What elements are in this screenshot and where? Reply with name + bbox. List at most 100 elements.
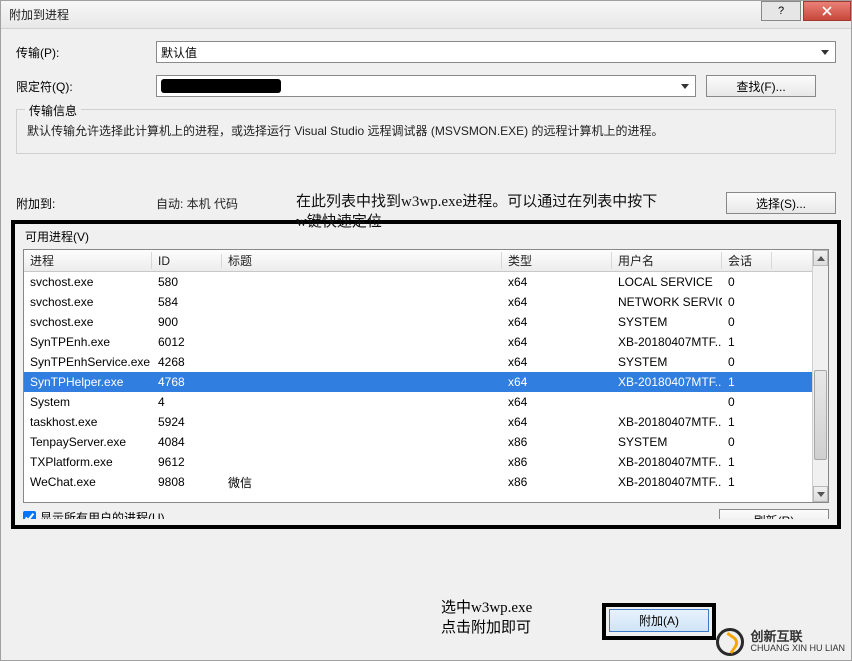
cell-process: WeChat.exe xyxy=(24,475,152,489)
find-button[interactable]: 查找(F)... xyxy=(706,75,816,97)
table-row[interactable]: svchost.exe900x64SYSTEM0 xyxy=(24,312,828,332)
cell-user: SYSTEM xyxy=(612,355,722,369)
transport-info-legend: 传输信息 xyxy=(25,102,81,119)
annotation-line: 点击附加即可 xyxy=(441,619,532,639)
cell-process: taskhost.exe xyxy=(24,415,152,429)
cell-user: LOCAL SERVICE xyxy=(612,275,722,289)
cell-id: 4768 xyxy=(152,375,222,389)
show-all-users-checkbox[interactable]: 显示所有用户的进程(U) xyxy=(23,509,165,519)
cell-process: SynTPEnhService.exe xyxy=(24,355,152,369)
close-button[interactable] xyxy=(803,1,851,21)
cell-session: 0 xyxy=(722,315,772,329)
table-row[interactable]: SynTPHelper.exe4768x64XB-20180407MTF...1 xyxy=(24,372,828,392)
cell-id: 580 xyxy=(152,275,222,289)
cell-user: XB-20180407MTF... xyxy=(612,335,722,349)
scroll-down-button[interactable] xyxy=(813,486,828,502)
transport-row: 传输(P): 默认值 xyxy=(16,41,836,63)
attach-button[interactable]: 附加(A) xyxy=(609,609,709,632)
cell-type: x64 xyxy=(502,275,612,289)
transport-info-text: 默认传输允许选择此计算机上的进程，或选择运行 Visual Studio 远程调… xyxy=(27,122,825,139)
table-header: 进程 ID 标题 类型 用户名 会话 xyxy=(24,250,828,272)
table-row[interactable]: svchost.exe580 x64LOCAL SERVICE0 xyxy=(24,272,828,292)
cell-type: x86 xyxy=(502,455,612,469)
annotation-attach: 选中w3wp.exe 点击附加即可 xyxy=(441,599,532,638)
col-type[interactable]: 类型 xyxy=(502,252,612,269)
table-row[interactable]: TenpayServer.exe4084x86SYSTEM0 xyxy=(24,432,828,452)
attach-to-label: 附加到: xyxy=(16,195,156,212)
cell-id: 9808 xyxy=(152,475,222,489)
brand-cn: 创新互联 xyxy=(750,630,845,644)
cell-session: 1 xyxy=(722,415,772,429)
cell-type: x64 xyxy=(502,395,612,409)
col-user[interactable]: 用户名 xyxy=(612,252,722,269)
transport-dropdown[interactable]: 默认值 xyxy=(156,41,836,63)
cell-type: x64 xyxy=(502,335,612,349)
cell-session: 0 xyxy=(722,275,772,289)
cell-type: x86 xyxy=(502,475,612,489)
cell-session: 1 xyxy=(722,455,772,469)
table-row[interactable]: System4 x64 0 xyxy=(24,392,828,412)
cell-session: 0 xyxy=(722,395,772,409)
transport-info-group: 传输信息 默认传输允许选择此计算机上的进程，或选择运行 Visual Studi… xyxy=(16,109,836,154)
col-process[interactable]: 进程 xyxy=(24,252,152,269)
col-id[interactable]: ID xyxy=(152,254,222,268)
annotation-line: 在此列表中找到w3wp.exe进程。可以通过在列表中按下 xyxy=(296,193,657,213)
vertical-scrollbar[interactable] xyxy=(812,250,828,502)
chevron-down-icon xyxy=(821,50,829,55)
brand-watermark: 创新互联 CHUANG XIN HU LIAN xyxy=(716,628,845,656)
annotation-line: w键快速定位 xyxy=(296,213,657,233)
table-row[interactable]: svchost.exe584x64NETWORK SERVICE0 xyxy=(24,292,828,312)
titlebar-controls: ? xyxy=(761,1,851,28)
table-row[interactable]: WeChat.exe9808微信x86XB-20180407MTF...1 xyxy=(24,472,828,492)
scroll-thumb[interactable] xyxy=(814,370,827,460)
transport-value: 默认值 xyxy=(161,44,197,61)
col-title[interactable]: 标题 xyxy=(222,252,502,269)
cell-id: 6012 xyxy=(152,335,222,349)
chevron-down-icon xyxy=(817,492,825,497)
help-button[interactable]: ? xyxy=(761,1,801,21)
select-button[interactable]: 选择(S)... xyxy=(726,192,836,214)
cell-process: svchost.exe xyxy=(24,315,152,329)
col-session[interactable]: 会话 xyxy=(722,252,772,269)
cell-id: 4 xyxy=(152,395,222,409)
brand-logo-icon xyxy=(716,628,744,656)
cell-type: x64 xyxy=(502,315,612,329)
table-row[interactable]: taskhost.exe5924x64XB-20180407MTF...1 xyxy=(24,412,828,432)
cell-session: 0 xyxy=(722,355,772,369)
cell-process: System xyxy=(24,395,152,409)
cell-type: x64 xyxy=(502,375,612,389)
cell-user: NETWORK SERVICE xyxy=(612,295,722,309)
scroll-up-button[interactable] xyxy=(813,250,828,266)
cell-user: SYSTEM xyxy=(612,315,722,329)
cell-type: x64 xyxy=(502,355,612,369)
chevron-down-icon xyxy=(681,84,689,89)
cell-process: SynTPEnh.exe xyxy=(24,335,152,349)
cell-process: svchost.exe xyxy=(24,275,152,289)
cell-process: TenpayServer.exe xyxy=(24,435,152,449)
table-row[interactable]: TXPlatform.exe9612x86XB-20180407MTF...1 xyxy=(24,452,828,472)
content-area: 传输(P): 默认值 限定符(Q): 查找(F)... 传输信息 默认传输允许选… xyxy=(1,29,851,537)
cell-type: x64 xyxy=(502,295,612,309)
cell-user: XB-20180407MTF... xyxy=(612,415,722,429)
brand-en: CHUANG XIN HU LIAN xyxy=(750,644,845,654)
table-row[interactable]: SynTPEnh.exe6012 x64XB-20180407MTF...1 xyxy=(24,332,828,352)
show-all-users-input[interactable] xyxy=(23,511,36,519)
cell-type: x64 xyxy=(502,415,612,429)
transport-label: 传输(P): xyxy=(16,44,156,61)
cell-session: 1 xyxy=(722,375,772,389)
refresh-button[interactable]: 刷新(R) xyxy=(719,509,829,519)
cell-session: 1 xyxy=(722,335,772,349)
cell-user: XB-20180407MTF... xyxy=(612,375,722,389)
qualifier-dropdown[interactable] xyxy=(156,75,696,97)
qualifier-row: 限定符(Q): 查找(F)... xyxy=(16,75,836,97)
cell-type: x86 xyxy=(502,435,612,449)
cell-session: 1 xyxy=(722,475,772,489)
annotation-line: 选中w3wp.exe xyxy=(441,599,532,619)
table-row[interactable]: SynTPEnhService.exe4268 x64SYSTEM0 xyxy=(24,352,828,372)
cell-process: svchost.exe xyxy=(24,295,152,309)
process-table: 进程 ID 标题 类型 用户名 会话 svchost.exe580x64LOCA… xyxy=(23,249,829,503)
cell-session: 0 xyxy=(722,295,772,309)
cell-session: 0 xyxy=(722,435,772,449)
process-list-frame: 可用进程(V) 进程 ID 标题 类型 用户名 会话 svchost.exe58… xyxy=(11,220,841,529)
cell-id: 4268 xyxy=(152,355,222,369)
